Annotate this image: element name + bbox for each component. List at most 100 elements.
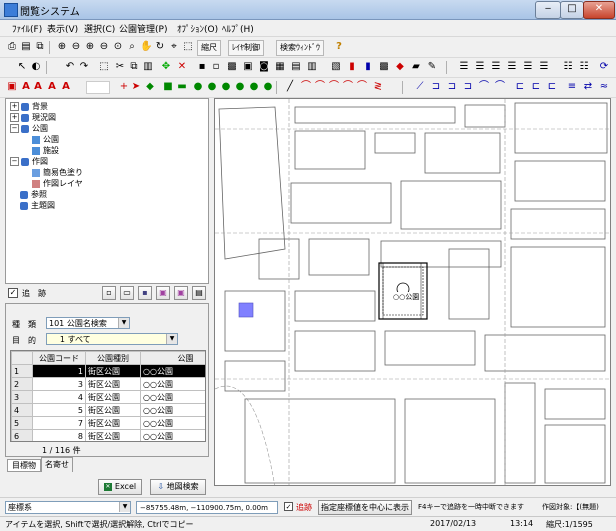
align-right-icon[interactable]: ☰ [490,61,502,73]
distribute-v-icon[interactable]: ☷ [578,61,590,73]
curve-icon-1[interactable]: ⌒ [300,81,312,93]
scale-button[interactable]: 縮尺 [197,40,221,56]
ruler-icon-1[interactable]: ≡ [566,81,578,93]
curve-icon-2[interactable]: ⌒ [314,81,326,93]
menu-help[interactable]: ﾍﾙﾌﾟ(H) [222,22,254,35]
copy-draw-icon[interactable]: ⧉ [128,61,140,73]
polyline-icon-4[interactable]: ⊐ [462,81,474,93]
tree-node-park[interactable]: − 公園 [10,124,48,134]
trace-toggle-checkbox[interactable]: ✓ [284,502,293,511]
layer-icon[interactable]: ▩ [226,61,238,73]
coordinate-system-select[interactable]: 座標系 ▼ [5,501,131,514]
grid-icon[interactable]: ▦ [274,61,286,73]
ruler-icon-2[interactable]: ⇄ [582,81,594,93]
tree-node-drawing[interactable]: − 作図 [10,157,48,167]
purpose-select[interactable]: 1 すべて ▼ [46,333,178,345]
camera-icon[interactable]: ◙ [258,61,270,73]
line-style-icon-2[interactable]: ⊏ [530,81,542,93]
circle-icon-3[interactable]: ● [220,81,232,93]
redo-icon[interactable]: ↷ [78,61,90,73]
text-a-icon-4[interactable]: A [60,81,72,93]
arc-icon-2[interactable]: ⌒ [494,81,506,93]
cut-select-icon[interactable]: ⬚ [98,61,110,73]
curve-icon-4[interactable]: ⌒ [342,81,354,93]
copy-icon[interactable]: ⧉ [34,41,46,53]
menu-file[interactable]: ﾌｧｲﾙ(F) [12,22,42,35]
select-icon[interactable]: ⬚ [182,41,194,53]
col-index[interactable] [11,351,33,365]
trace-checkbox[interactable]: ✓ [8,288,18,298]
layer-control-button[interactable]: ﾚｲﾔ制御 [228,40,264,56]
close-button[interactable]: ✕ [583,1,615,19]
line-style-icon-1[interactable]: ⊏ [514,81,526,93]
col-park-code[interactable]: 公園コード [32,351,86,365]
ruler-icon-3[interactable]: ≈ [598,81,610,93]
table-row[interactable]: 1 1 街区公園 ○○公園 [11,364,205,378]
zigzag-icon[interactable]: ≷ [372,81,384,93]
polyline-icon-3[interactable]: ⊐ [446,81,458,93]
type-select[interactable]: 101 公園名検索 ▼ [46,317,130,329]
bar-icon[interactable]: ▮ [362,61,374,73]
zoom-area-icon[interactable]: ⊕ [84,41,96,53]
circle-icon-2[interactable]: ● [206,81,218,93]
tree-node-facility[interactable]: 施設 [32,146,59,156]
save-disk-icon[interactable]: ▪ [138,286,152,300]
rotate-shape-icon[interactable]: ⟳ [598,61,610,73]
text-a-icon-1[interactable]: A [20,81,32,93]
tree-node-thematic-map[interactable]: 主題図 [20,201,55,211]
circle-icon-1[interactable]: ● [192,81,204,93]
align-middle-icon[interactable]: ☰ [522,61,534,73]
line-icon[interactable]: ╱ [284,81,296,93]
polyline-icon-1[interactable]: ⟋ [414,81,426,93]
menu-select[interactable]: 選択(C) [84,22,115,35]
move-icon[interactable]: ✥ [160,61,172,73]
search-icon[interactable]: ⌕ [126,41,138,53]
align-left-icon[interactable]: ☰ [458,61,470,73]
pencil-icon[interactable]: ✎ [426,61,438,73]
circle-icon-6[interactable]: ● [262,81,274,93]
chart-icon[interactable]: ▥ [306,61,318,73]
new-doc-icon[interactable]: ▫ [102,286,116,300]
delete-icon[interactable]: ✕ [176,61,188,73]
paste-icon[interactable]: ▥ [142,61,154,73]
text-size-field[interactable] [86,81,110,94]
undo-icon[interactable]: ↶ [64,61,76,73]
menu-option[interactable]: ｵﾌﾟｼｮﾝ(O) [177,22,218,35]
zoom-full-icon[interactable]: ⊙ [112,41,124,53]
rect-fill-icon[interactable]: ■ [162,81,174,93]
table-row[interactable]: 4 5 街区公園 ○○公園 [11,403,205,417]
point-icon[interactable]: + [118,81,130,93]
coordinate-field[interactable]: −85755.48m, −110900.75m, 0.00m [136,501,278,514]
pan-hand-icon[interactable]: ✋ [140,41,152,53]
table-row[interactable]: 5 7 街区公園 ○○公園 [11,416,205,430]
zoom-previous-icon[interactable]: ⊖ [98,41,110,53]
text-box-icon[interactable]: ▣ [6,81,18,93]
brush-icon[interactable]: ▰ [410,61,422,73]
color-icon[interactable]: ▩ [378,61,390,73]
rotate-icon[interactable]: ◐ [30,61,42,73]
layer-copy-icon[interactable]: ▣ [156,286,170,300]
properties-icon[interactable]: ▤ [192,286,206,300]
curve-icon-3[interactable]: ⌒ [328,81,340,93]
open-folder-icon[interactable]: ▭ [120,286,134,300]
center-on-coords-button[interactable]: 指定座標値を中心に表示 [318,500,412,515]
open-icon[interactable]: ▫ [210,61,222,73]
arc-icon-1[interactable]: ⌒ [478,81,490,93]
measure-icon[interactable]: ⌖ [168,41,180,53]
text-a-icon-3[interactable]: A [46,81,58,93]
table-row[interactable]: 3 4 街区公園 ○○公園 [11,390,205,404]
col-park-name[interactable]: 公園 [140,351,205,365]
text-icon[interactable]: ▧ [330,61,342,73]
menu-view[interactable]: 表示(V) [47,22,78,35]
curve-icon-5[interactable]: ⌒ [356,81,368,93]
circle-icon-5[interactable]: ● [248,81,260,93]
tree-node-background[interactable]: + 背景 [10,102,48,112]
tree-node-park-layer[interactable]: 公園 [32,135,59,145]
table-icon[interactable]: ▤ [290,61,302,73]
map-view[interactable]: ○○公園 [214,98,611,486]
pointer-icon[interactable]: ↖ [16,61,28,73]
scissors-icon[interactable]: ✂ [114,61,126,73]
help-icon[interactable]: ? [333,41,345,53]
text-a-icon-2[interactable]: A [32,81,44,93]
circle-icon-4[interactable]: ● [234,81,246,93]
